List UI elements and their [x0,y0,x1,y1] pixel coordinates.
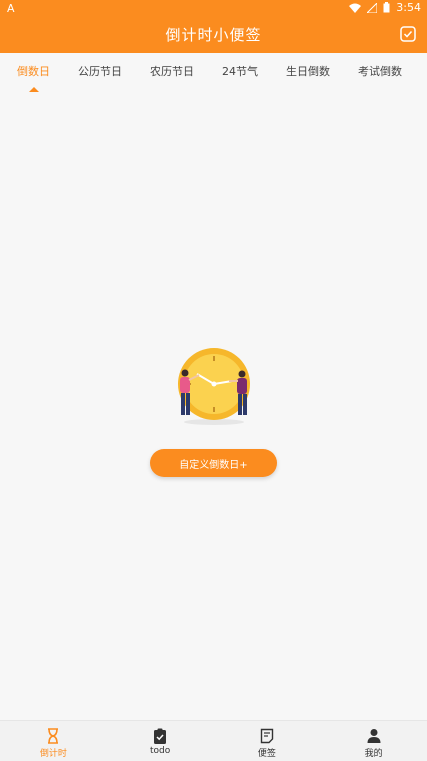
status-app-icon: A [7,2,15,15]
status-bar: A 3:54 [0,0,427,17]
tab-countdown-days[interactable]: 倒数日 [17,63,50,92]
nav-profile-label: 我的 [364,749,383,759]
hourglass-icon [48,728,59,744]
clock-people-illustration [178,348,250,425]
nav-notes-label: 便签 [257,749,276,759]
tab-lunar-holidays[interactable]: 农历节日 [150,63,194,79]
nav-todo[interactable]: todo [107,721,214,761]
status-time: 3:54 [396,1,421,14]
wifi-icon [349,3,362,13]
signal-icon [367,2,378,13]
nav-countdown-label: 倒计时 [39,749,67,759]
note-icon [260,728,274,744]
tab-solar-holidays[interactable]: 公历节日 [78,63,122,79]
person-icon [367,729,381,743]
checkbox-icon[interactable] [399,25,417,43]
nav-countdown[interactable]: 倒计时 [0,721,107,761]
nav-notes[interactable]: 便签 [214,721,321,761]
tab-solar-terms[interactable]: 24节气 [222,63,258,79]
nav-profile[interactable]: 我的 [320,721,427,761]
nav-todo-label: todo [149,746,171,756]
active-tab-indicator [28,87,39,92]
clipboard-check-icon [154,728,167,744]
add-countdown-button[interactable]: 自定义倒数日+ [150,449,277,477]
battery-icon [383,2,390,13]
bottom-navigation: 倒计时 todo 便签 我的 [0,720,427,761]
tab-birthday-countdown[interactable]: 生日倒数 [286,63,330,79]
app-bar: 倒计时小便签 [0,17,427,53]
tab-exam-countdown[interactable]: 考试倒数 [358,63,402,79]
category-tabs: 倒数日 公历节日 农历节日 24节气 生日倒数 考试倒数 [0,53,427,92]
page-title: 倒计时小便签 [165,26,262,44]
